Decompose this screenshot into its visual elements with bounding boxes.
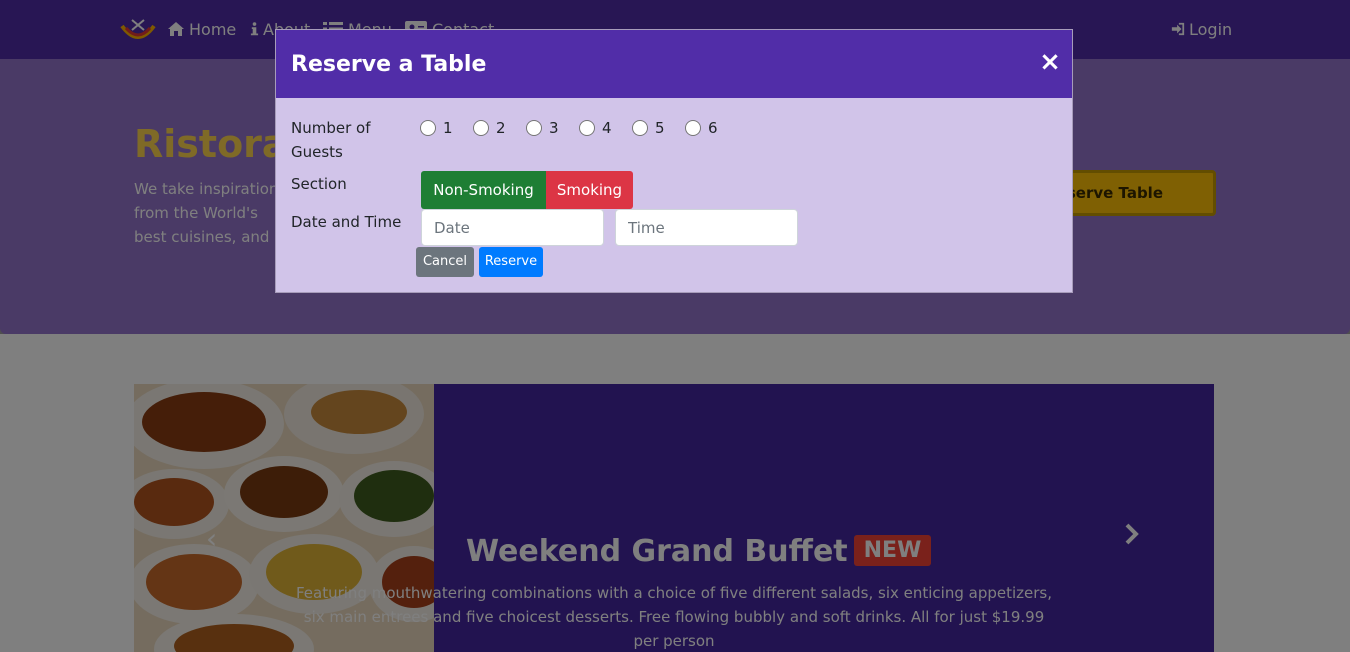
close-icon[interactable]: ×: [1039, 49, 1061, 75]
reserve-button[interactable]: Reserve: [479, 247, 543, 277]
cancel-button[interactable]: Cancel: [416, 247, 474, 277]
section-label: Section: [291, 175, 347, 193]
modal-title: Reserve a Table: [291, 52, 487, 77]
guest-radio-6[interactable]: 6: [685, 116, 718, 140]
radio-label: 5: [655, 119, 665, 137]
non-smoking-button[interactable]: Non-Smoking: [421, 171, 546, 209]
radio-circle[interactable]: [473, 120, 489, 136]
radio-circle[interactable]: [579, 120, 595, 136]
guest-radio-1[interactable]: 1: [420, 116, 453, 140]
radio-circle[interactable]: [420, 120, 436, 136]
guest-radio-2[interactable]: 2: [473, 116, 506, 140]
radio-label: 3: [549, 119, 559, 137]
radio-circle[interactable]: [526, 120, 542, 136]
radio-label: 4: [602, 119, 612, 137]
reserve-table-modal: Reserve a Table × Number of Guests 1 2 3…: [275, 29, 1073, 293]
guest-radio-4[interactable]: 4: [579, 116, 612, 140]
guest-radio-3[interactable]: 3: [526, 116, 559, 140]
smoking-button[interactable]: Smoking: [546, 171, 633, 209]
radio-circle[interactable]: [685, 120, 701, 136]
radio-label: 2: [496, 119, 506, 137]
time-input[interactable]: [615, 209, 798, 246]
datetime-label: Date and Time: [291, 213, 402, 231]
guests-label: Number of Guests: [291, 119, 371, 161]
guest-radio-5[interactable]: 5: [632, 116, 665, 140]
radio-circle[interactable]: [632, 120, 648, 136]
radio-label: 1: [443, 119, 453, 137]
radio-label: 6: [708, 119, 718, 137]
date-input[interactable]: [421, 209, 604, 246]
modal-header: Reserve a Table ×: [276, 30, 1072, 98]
